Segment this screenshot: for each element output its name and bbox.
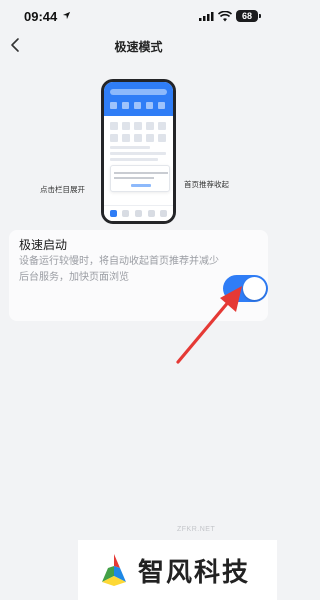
mockup-grid-cell bbox=[110, 134, 118, 142]
mockup-tile bbox=[146, 102, 153, 109]
mockup-grid-cell bbox=[122, 122, 130, 130]
mockup-tab bbox=[122, 210, 129, 217]
toggle-knob bbox=[243, 277, 266, 300]
wifi-icon bbox=[218, 11, 232, 22]
mockup-search-bar bbox=[110, 89, 167, 95]
mockup-grid-cell bbox=[146, 134, 154, 142]
mockup-dialog-text bbox=[114, 172, 168, 174]
mockup-grid-cell bbox=[110, 122, 118, 130]
mockup-tile bbox=[122, 102, 129, 109]
mockup-tile bbox=[158, 102, 165, 109]
mockup-text-line bbox=[110, 158, 158, 161]
mockup-tabbar bbox=[104, 205, 173, 221]
mockup-text-line bbox=[110, 152, 166, 155]
illustration-label-left: 点击栏目展开 bbox=[40, 185, 85, 194]
battery-nub bbox=[259, 14, 261, 18]
fast-launch-setting-card: 极速启动 设备运行较慢时，将自动收起首页推荐并减少后台服务，加快页面浏览 bbox=[9, 230, 268, 321]
mockup-header bbox=[104, 82, 173, 116]
mockup-grid-cell bbox=[134, 122, 142, 130]
mockup-grid-cell bbox=[158, 122, 166, 130]
mockup-tab bbox=[135, 210, 142, 217]
setting-description: 设备运行较慢时，将自动收起首页推荐并减少后台服务，加快页面浏览 bbox=[19, 256, 219, 283]
watermark-brand-text: 智风科技 bbox=[138, 558, 251, 588]
watermark-small-text: ZFKR.NET bbox=[177, 526, 216, 533]
mockup-grid-cell bbox=[134, 134, 142, 142]
setting-title: 极速启动 bbox=[19, 238, 68, 252]
mockup-tab bbox=[160, 210, 167, 217]
brand-logo-icon bbox=[102, 554, 126, 586]
mockup-dialog-link bbox=[131, 184, 151, 187]
mockup-dialog-text bbox=[114, 177, 154, 179]
mockup-tile bbox=[134, 102, 141, 109]
fast-launch-toggle[interactable] bbox=[223, 275, 268, 302]
mockup-dialog bbox=[110, 165, 170, 192]
mockup-tab bbox=[110, 210, 117, 217]
phone-mockup bbox=[101, 79, 176, 224]
battery-indicator: 68 bbox=[236, 10, 258, 22]
mode-illustration: 点击栏目展开 首页推荐收起 bbox=[0, 70, 277, 230]
mockup-tile bbox=[110, 102, 117, 109]
location-arrow-icon bbox=[62, 11, 71, 20]
mockup-tab bbox=[148, 210, 155, 217]
status-bar: 09:44 68 bbox=[0, 0, 277, 34]
page-title: 极速模式 bbox=[114, 40, 163, 54]
watermark-brand: 智风科技 bbox=[78, 540, 277, 600]
mockup-grid-cell bbox=[146, 122, 154, 130]
illustration-label-right: 首页推荐收起 bbox=[184, 180, 229, 189]
signal-bars-icon bbox=[199, 12, 214, 21]
status-time: 09:44 bbox=[24, 9, 58, 24]
mockup-text-line bbox=[110, 146, 150, 149]
mockup-grid-cell bbox=[122, 134, 130, 142]
mockup-grid-cell bbox=[158, 134, 166, 142]
